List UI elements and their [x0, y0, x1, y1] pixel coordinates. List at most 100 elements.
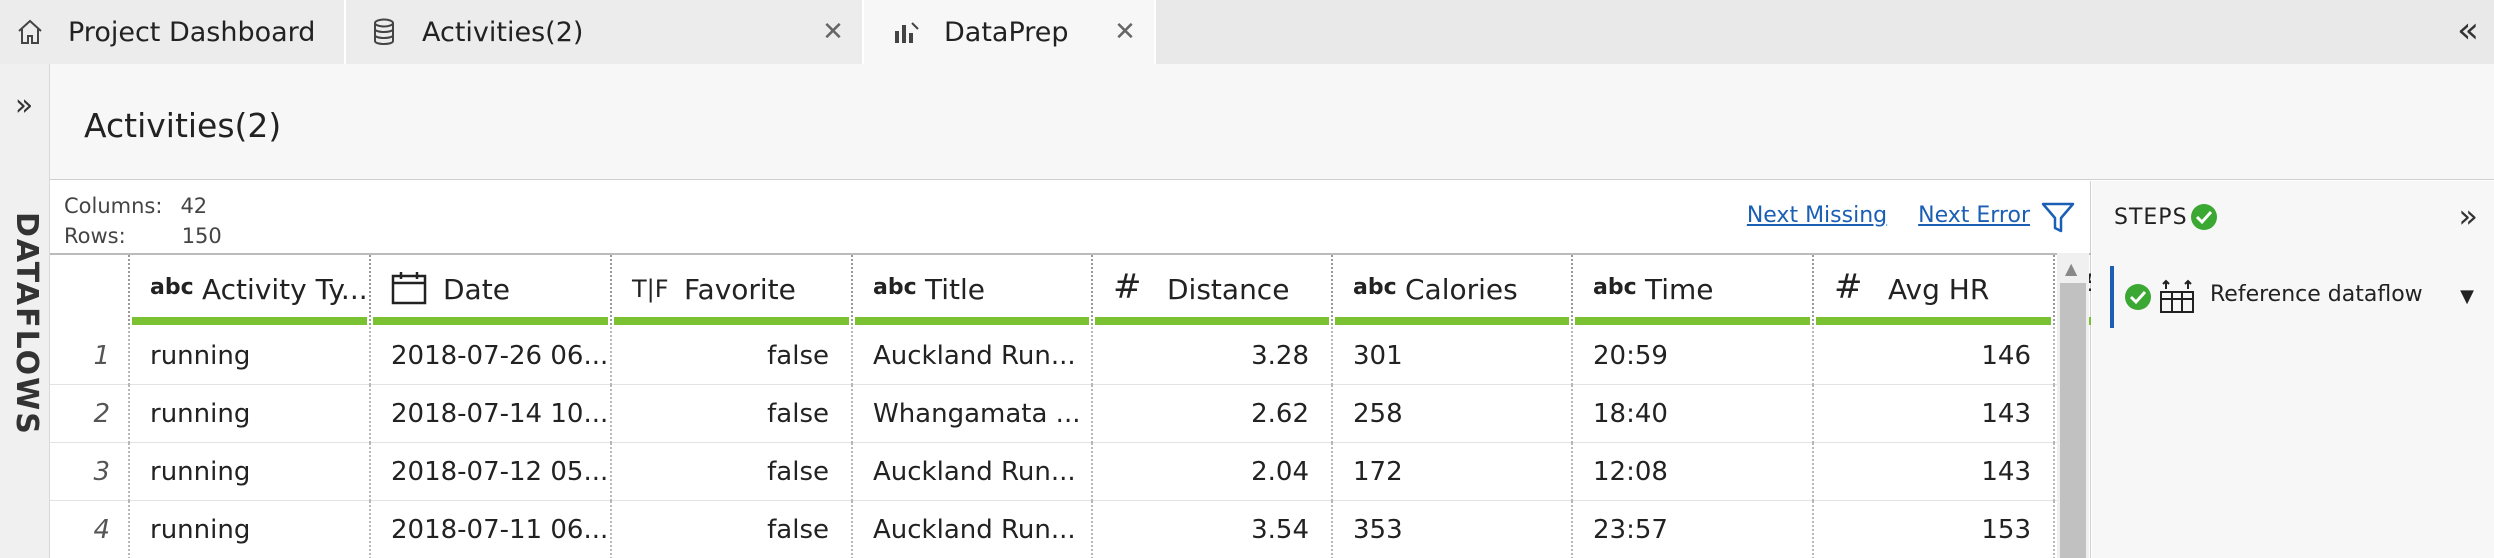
text-type-icon: abc: [150, 275, 194, 300]
cell-activity-type[interactable]: running: [130, 443, 371, 501]
text-type-icon: abc: [1593, 275, 1637, 300]
quality-bar: [1095, 317, 1329, 325]
filter-icon[interactable]: [2040, 199, 2076, 235]
double-chevron-left-icon[interactable]: «: [2448, 12, 2488, 52]
scroll-up-icon[interactable]: ▲: [2065, 259, 2077, 278]
tab-label: Activities(2): [422, 16, 584, 48]
table-row[interactable]: 1 running 2018-07-26 06... false Aucklan…: [50, 327, 2060, 385]
column-header-calories[interactable]: abc Calories: [1333, 255, 1573, 325]
check-circle-icon: [2191, 204, 2217, 230]
step-reference-dataflow[interactable]: Reference dataflow ▼: [2110, 266, 2482, 328]
cell-calories[interactable]: 172: [1333, 443, 1573, 501]
cell-activity-type[interactable]: running: [130, 501, 371, 558]
double-chevron-right-icon[interactable]: »: [2458, 197, 2478, 235]
cell-calories[interactable]: 258: [1333, 385, 1573, 443]
column-label: Calories: [1405, 273, 1518, 306]
table-row[interactable]: 2 running 2018-07-14 10... false Whangam…: [50, 385, 2060, 443]
dataflows-label[interactable]: DATAFLOWS: [4, 212, 44, 436]
column-header-distance[interactable]: # Distance: [1093, 255, 1333, 325]
chevron-down-icon[interactable]: ▼: [2460, 286, 2474, 307]
cell-calories[interactable]: 353: [1333, 501, 1573, 558]
database-icon: [368, 16, 400, 48]
next-missing-link[interactable]: Next Missing: [1747, 203, 1887, 228]
row-number: 2: [50, 385, 130, 443]
calendar-icon: [391, 272, 427, 305]
cell-avg-hr[interactable]: 153: [1814, 501, 2055, 558]
cell-date[interactable]: 2018-07-12 05...: [371, 443, 612, 501]
number-type-icon: #: [1113, 267, 1142, 307]
cell-avg-hr[interactable]: 143: [1814, 443, 2055, 501]
rows-label: Rows:: [64, 224, 126, 248]
quality-bar: [855, 317, 1089, 325]
row-number: 1: [50, 327, 130, 385]
dataflows-rail: » DATAFLOWS: [0, 64, 50, 558]
column-label: Activity Ty...: [202, 273, 368, 306]
table-row[interactable]: 3 running 2018-07-12 05... false Aucklan…: [50, 443, 2060, 501]
scrollbar-thumb[interactable]: [2060, 283, 2086, 558]
quality-bar: [132, 317, 367, 325]
cell-time[interactable]: 18:40: [1573, 385, 1814, 443]
column-header-activity-type[interactable]: abc Activity Ty...: [130, 255, 371, 325]
tab-project-dashboard[interactable]: Project Dashboard: [0, 0, 346, 64]
text-type-icon: abc: [873, 275, 917, 300]
cell-calories[interactable]: 301: [1333, 327, 1573, 385]
row-number: 3: [50, 443, 130, 501]
column-header-date[interactable]: Date: [371, 255, 612, 325]
vertical-scrollbar[interactable]: ▲: [2057, 253, 2089, 558]
column-label: Avg HR: [1888, 273, 1990, 306]
data-grid: abc Activity Ty... Date T|F Favorite abc…: [50, 253, 2091, 558]
grid-header-row: abc Activity Ty... Date T|F Favorite abc…: [50, 255, 2091, 325]
column-label: Title: [925, 273, 986, 306]
tab-bar: Project Dashboard Activities(2) ✕ DataPr…: [0, 0, 2494, 64]
close-icon[interactable]: ✕: [818, 16, 848, 48]
quality-bar: [614, 317, 849, 325]
cell-favorite[interactable]: false: [612, 327, 853, 385]
cell-title[interactable]: Auckland Run...: [853, 443, 1093, 501]
cell-activity-type[interactable]: running: [130, 385, 371, 443]
table-row[interactable]: 4 running 2018-07-11 06... false Aucklan…: [50, 501, 2060, 558]
cell-activity-type[interactable]: running: [130, 327, 371, 385]
cell-title[interactable]: Auckland Run...: [853, 327, 1093, 385]
cell-avg-hr[interactable]: 143: [1814, 385, 2055, 443]
close-icon[interactable]: ✕: [1110, 16, 1140, 48]
cell-distance[interactable]: 2.04: [1093, 443, 1333, 501]
tab-dataprep[interactable]: DataPrep ✕: [864, 0, 1156, 64]
tab-activities[interactable]: Activities(2) ✕: [346, 0, 864, 64]
cell-favorite[interactable]: false: [612, 385, 853, 443]
column-label: Time: [1645, 273, 1714, 306]
cell-time[interactable]: 23:57: [1573, 501, 1814, 558]
cell-distance[interactable]: 2.62: [1093, 385, 1333, 443]
cell-date[interactable]: 2018-07-11 06...: [371, 501, 612, 558]
column-header-title[interactable]: abc Title: [853, 255, 1093, 325]
column-header-time[interactable]: abc Time: [1573, 255, 1814, 325]
cell-title[interactable]: Auckland Run...: [853, 501, 1093, 558]
columns-value: 42: [180, 194, 208, 218]
cell-favorite[interactable]: false: [612, 501, 853, 558]
quality-bar: [1816, 317, 2051, 325]
page-title: Activities(2): [84, 106, 282, 145]
number-type-icon: #: [1834, 267, 1863, 307]
column-header-avg-hr[interactable]: # Avg HR: [1814, 255, 2055, 325]
cell-time[interactable]: 12:08: [1573, 443, 1814, 501]
quality-bar: [1575, 317, 1810, 325]
cell-distance[interactable]: 3.54: [1093, 501, 1333, 558]
cell-date[interactable]: 2018-07-26 06...: [371, 327, 612, 385]
reference-dataflow-icon: [2160, 279, 2194, 313]
cell-favorite[interactable]: false: [612, 443, 853, 501]
quality-bar: [373, 317, 608, 325]
cell-date[interactable]: 2018-07-14 10...: [371, 385, 612, 443]
steps-panel: STEPS » Reference dataflow ▼: [2092, 181, 2494, 558]
double-chevron-right-icon[interactable]: »: [4, 88, 44, 123]
next-error-link[interactable]: Next Error: [1918, 203, 2030, 228]
dataprep-icon: [890, 16, 922, 48]
cell-avg-hr[interactable]: 146: [1814, 327, 2055, 385]
tab-label: Project Dashboard: [68, 16, 316, 48]
cell-time[interactable]: 20:59: [1573, 327, 1814, 385]
check-circle-icon: [2125, 284, 2151, 310]
column-header-favorite[interactable]: T|F Favorite: [612, 255, 853, 325]
cell-distance[interactable]: 3.28: [1093, 327, 1333, 385]
boolean-type-icon: T|F: [632, 275, 669, 303]
cell-title[interactable]: Whangamata ...: [853, 385, 1093, 443]
step-label: Reference dataflow: [2210, 282, 2423, 307]
row-number: 4: [50, 501, 130, 558]
